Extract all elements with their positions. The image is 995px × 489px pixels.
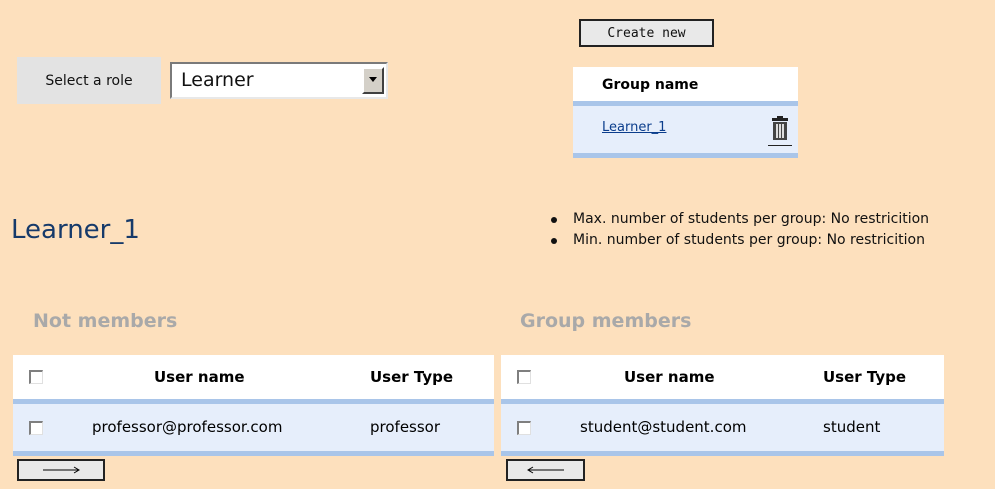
role-label-text: Select a role (45, 72, 133, 89)
divider (13, 451, 494, 456)
group-link[interactable]: Learner_1 (602, 120, 666, 135)
group-name-column-header: Group name (602, 77, 699, 93)
trash-icon[interactable] (768, 115, 792, 146)
arrow-left-icon (526, 466, 564, 474)
select-all-checkbox[interactable] (517, 370, 531, 384)
groups-table: Group name Learner_1 (573, 67, 798, 158)
usertype-column-header: User Type (370, 368, 454, 386)
row-checkbox[interactable] (517, 421, 531, 435)
select-all-checkbox[interactable] (29, 370, 43, 384)
arrow-right-icon (43, 466, 80, 474)
restrictions-list: Max. number of students per group: No re… (551, 209, 929, 251)
role-select[interactable]: Learner (170, 62, 388, 99)
list-item: Max. number of students per group: No re… (551, 209, 929, 230)
role-label: Select a role (17, 57, 161, 104)
dropdown-arrow-button[interactable] (362, 67, 384, 94)
username-column-header: User name (624, 368, 715, 386)
user-type-cell: professor (370, 418, 441, 436)
group-members-title: Group members (520, 310, 692, 332)
user-name-cell: student@student.com (580, 418, 747, 436)
not-members-header: User name User Type (13, 355, 494, 399)
group-title: Learner_1 (11, 215, 140, 245)
create-new-button[interactable]: Create new (579, 19, 714, 47)
restriction-max: Max. number of students per group: No re… (573, 211, 930, 227)
remove-from-group-button[interactable] (506, 459, 585, 481)
divider (573, 153, 798, 158)
table-row: Learner_1 (573, 106, 798, 153)
bullet-icon (551, 238, 557, 244)
list-item: Min. number of students per group: No re… (551, 230, 929, 251)
bullet-icon (551, 217, 557, 223)
row-checkbox[interactable] (29, 421, 43, 435)
create-new-label: Create new (607, 25, 686, 41)
table-row: student@student.com student (501, 404, 944, 451)
user-type-cell: student (823, 418, 881, 436)
divider (501, 451, 944, 456)
groups-table-header: Group name (573, 67, 798, 103)
user-name-cell: professor@professor.com (92, 418, 283, 436)
username-column-header: User name (154, 368, 245, 386)
add-to-group-button[interactable] (17, 459, 105, 481)
group-members-header: User name User Type (501, 355, 944, 399)
chevron-down-icon (369, 77, 377, 82)
restriction-min: Min. number of students per group: No re… (573, 232, 925, 248)
table-row: professor@professor.com professor (13, 404, 494, 451)
role-select-value: Learner (181, 69, 254, 91)
usertype-column-header: User Type (823, 368, 907, 386)
not-members-title: Not members (33, 310, 178, 332)
